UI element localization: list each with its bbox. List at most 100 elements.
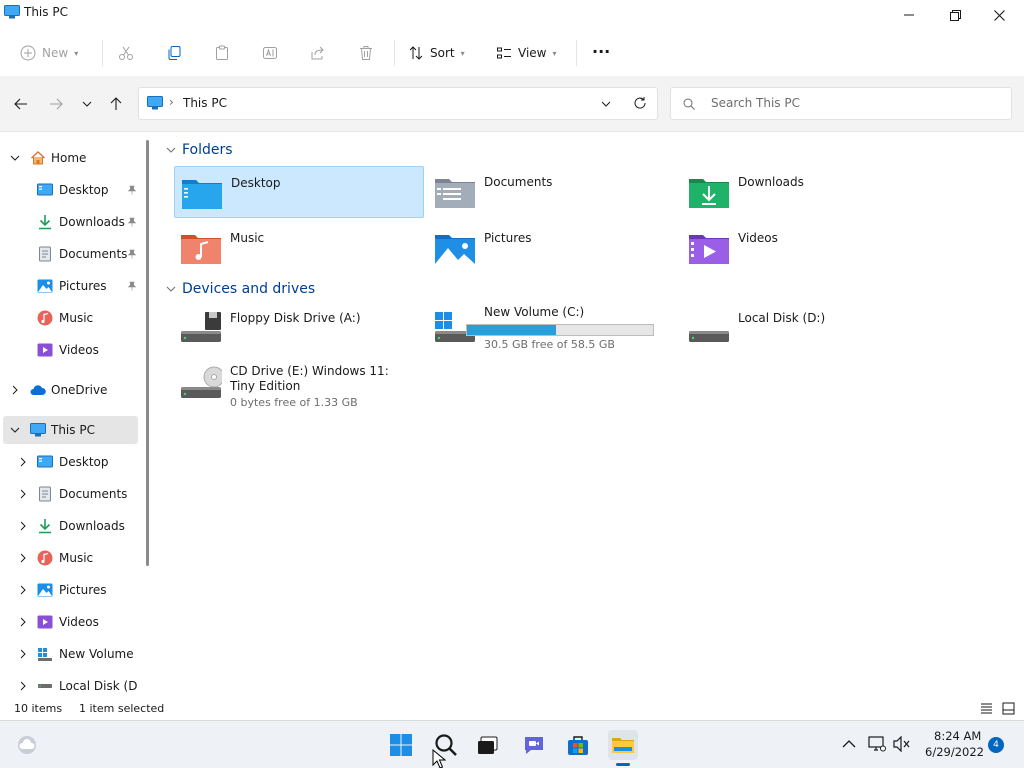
tile-label: CD Drive (E:) Windows 11: Tiny Edition [230,364,389,393]
new-label: New [42,46,69,60]
chevron-down-icon [166,286,176,292]
copy-icon [168,46,181,60]
chat-icon [525,737,543,754]
chat-button[interactable] [519,730,549,760]
tiles-view-icon[interactable] [1002,702,1015,715]
chevron-down-icon[interactable] [601,99,611,109]
folder-tile-documents[interactable]: Documents [428,166,678,218]
breadcrumb-this-pc[interactable]: This PC [183,96,227,110]
group-header-folders[interactable]: Folders [166,142,233,158]
pin-icon[interactable] [127,249,137,259]
store-button[interactable] [563,730,593,760]
notification-badge[interactable]: 4 [988,737,1004,753]
tile-label: Floppy Disk Drive (A:) [230,311,361,325]
nav-item-pc-documents[interactable]: Documents [3,480,138,508]
nav-item-music[interactable]: Music [3,304,138,332]
new-button[interactable]: New ▾ [20,40,78,66]
chevron-right-icon[interactable] [18,457,28,467]
minimize-button[interactable] [886,0,932,30]
nav-item-documents[interactable]: Documents [3,240,138,268]
nav-item-pc-desktop[interactable]: Desktop [3,448,138,476]
nav-item-pc-new-volume[interactable]: New Volume (C [3,640,138,668]
chevron-right-icon[interactable] [18,681,28,691]
back-button[interactable] [11,94,31,114]
volume-muted-icon[interactable] [893,736,911,752]
task-view-button[interactable] [473,730,503,760]
pin-icon[interactable] [127,185,137,195]
nav-item-pc-local-disk[interactable]: Local Disk (D:) [3,672,138,698]
nav-item-pictures[interactable]: Pictures [3,272,138,300]
chevron-down-icon[interactable] [10,153,20,163]
drive-capacity-fill [467,325,557,335]
nav-item-pc-music[interactable]: Music [3,544,138,572]
nav-label: Pictures [59,583,107,597]
videos-icon [37,615,53,629]
chevron-right-icon[interactable] [10,385,20,395]
drive-tile-local-disk[interactable]: Local Disk (D:) [682,302,932,354]
nav-label: Desktop [59,455,109,469]
chevron-down-icon[interactable] [10,425,20,435]
view-button[interactable]: View ▾ [496,40,557,66]
search-box[interactable]: Search This PC [670,87,1012,120]
folder-tile-pictures[interactable]: Pictures [428,222,678,274]
network-icon[interactable] [868,736,886,752]
chevron-right-icon[interactable] [18,521,28,531]
refresh-icon[interactable] [633,96,647,110]
search-placeholder: Search This PC [711,96,800,110]
sort-button[interactable]: Sort ▾ [408,40,465,66]
document-icon [39,486,51,502]
nav-scrollbar[interactable] [146,140,149,566]
group-header-devices[interactable]: Devices and drives [166,281,315,297]
widgets-button[interactable] [12,730,42,760]
recent-locations-button[interactable] [77,94,97,114]
clock-date[interactable]: 6/29/2022 [925,745,984,759]
nav-item-pc-pictures[interactable]: Pictures [3,576,138,604]
cut-button[interactable] [118,40,134,66]
chevron-right-icon[interactable] [18,489,28,499]
nav-item-pc-videos[interactable]: Videos [3,608,138,636]
nav-item-downloads[interactable]: Downloads [3,208,138,236]
folder-tile-videos[interactable]: Videos [682,222,932,274]
videos-folder-icon [689,235,729,264]
nav-item-pc-downloads[interactable]: Downloads [3,512,138,540]
toolbar-divider [576,40,577,66]
folder-tile-desktop[interactable]: Desktop [174,166,424,218]
nav-item-onedrive[interactable]: OneDrive [3,376,138,404]
paste-button[interactable] [214,40,230,66]
clipboard-icon [216,45,228,60]
chevron-down-icon: ▾ [552,48,557,58]
file-explorer-button[interactable] [608,730,638,760]
chevron-right-icon[interactable] [18,553,28,563]
pin-icon[interactable] [127,217,137,227]
share-button[interactable] [310,40,326,66]
forward-button[interactable] [46,94,66,114]
drive-tile-cd[interactable]: CD Drive (E:) Windows 11: Tiny Edition 0… [174,358,424,412]
nav-item-videos[interactable]: Videos [3,336,138,364]
desktop-folder-icon [182,180,222,209]
chevron-up-icon[interactable] [842,739,856,749]
clock-time[interactable]: 8:24 AM [934,729,981,743]
nav-item-home[interactable]: Home [3,144,138,172]
folder-tile-music[interactable]: Music [174,222,424,274]
scissors-icon [119,46,133,60]
up-button[interactable] [106,94,126,114]
address-bar[interactable]: › This PC [138,87,658,120]
drive-tile-floppy[interactable]: Floppy Disk Drive (A:) [174,302,424,354]
details-view-icon[interactable] [980,702,993,715]
close-button[interactable] [976,0,1022,30]
nav-item-desktop[interactable]: Desktop [3,176,138,204]
nav-item-this-pc[interactable]: This PC [3,416,138,444]
rename-button[interactable] [262,40,278,66]
start-button[interactable] [386,730,416,760]
maximize-button[interactable] [932,0,978,30]
chevron-right-icon[interactable] [18,649,28,659]
copy-button[interactable] [166,40,182,66]
delete-button[interactable] [358,40,374,66]
selection-count: 1 item selected [79,702,165,715]
pin-icon[interactable] [127,281,137,291]
nav-label: Home [51,151,87,165]
folder-tile-downloads[interactable]: Downloads [682,166,932,218]
chevron-right-icon[interactable] [18,617,28,627]
more-options-button[interactable]: ··· [592,38,610,64]
chevron-right-icon[interactable] [18,585,28,595]
